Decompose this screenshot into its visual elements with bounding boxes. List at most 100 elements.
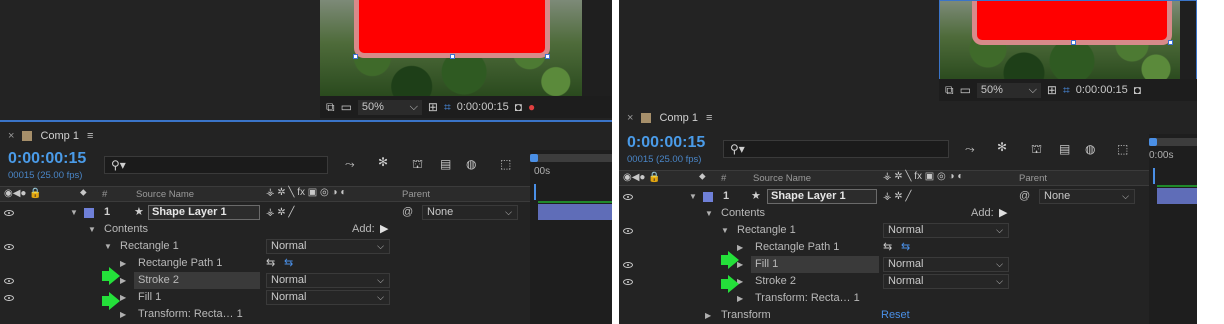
column-parent[interactable]: Parent bbox=[402, 189, 430, 200]
transform-row[interactable]: ▶ Transform: Recta… 1 bbox=[0, 306, 530, 323]
transform-handle[interactable] bbox=[545, 54, 550, 59]
red-rectangle-shape[interactable] bbox=[972, 1, 1172, 45]
column-source-name[interactable]: Source Name bbox=[136, 189, 194, 200]
layer-label-color[interactable] bbox=[703, 192, 713, 202]
contents-row[interactable]: ▼ Contents Add: ▶ bbox=[0, 221, 530, 238]
transform-handle[interactable] bbox=[450, 54, 455, 59]
stroke-row[interactable]: ▶ Stroke 2 Normal ⌵ bbox=[619, 273, 1149, 290]
comp-flowchart-icon[interactable]: ⤳ bbox=[345, 157, 355, 172]
shy-layers-icon[interactable]: ⛫ bbox=[1031, 142, 1042, 158]
menu-icon[interactable]: ≡ bbox=[87, 130, 93, 142]
expand-triangle-icon[interactable]: ▼ bbox=[705, 205, 713, 222]
expand-triangle-icon[interactable]: ▼ bbox=[70, 204, 78, 221]
add-icon[interactable]: ▶ bbox=[380, 221, 388, 238]
path-direction-reverse-icon[interactable]: ⇆ bbox=[284, 255, 293, 272]
shy-layers-icon[interactable]: ⛫ bbox=[412, 157, 423, 173]
region-icon[interactable]: ⊞ bbox=[428, 100, 438, 114]
path-direction-icon[interactable]: ⇆ bbox=[883, 239, 892, 256]
expand-triangle-icon[interactable]: ▼ bbox=[689, 188, 697, 205]
shy-icon[interactable]: ⚶ ✲ ╱ bbox=[266, 204, 294, 221]
composition-viewer[interactable] bbox=[320, 0, 612, 96]
monitor-icon[interactable]: ▭ bbox=[960, 83, 971, 97]
reset-link[interactable]: Reset bbox=[881, 307, 910, 324]
add-icon[interactable]: ▶ bbox=[999, 205, 1007, 222]
contents-row[interactable]: ▼ Contents Add: ▶ bbox=[619, 205, 1149, 222]
region-icon[interactable]: ⊞ bbox=[1047, 83, 1057, 97]
rectangle-group-row[interactable]: ▼ Rectangle 1 Normal ⌵ bbox=[0, 238, 530, 255]
motion-blur-icon[interactable]: ◍ bbox=[466, 157, 476, 171]
motion-blur-icon[interactable]: ◍ bbox=[1085, 142, 1095, 156]
rectangle-path-row[interactable]: ▶ Rectangle Path 1 ⇆ ⇆ bbox=[0, 255, 530, 272]
path-direction-reverse-icon[interactable]: ⇆ bbox=[901, 239, 910, 256]
composition-viewer[interactable] bbox=[939, 0, 1197, 80]
stroke-row[interactable]: ▶ Stroke 2 Normal ⌵ bbox=[0, 272, 530, 289]
visibility-eye-icon[interactable] bbox=[4, 278, 14, 284]
monitor-icon[interactable]: ▭ bbox=[341, 100, 352, 114]
visibility-eye-icon[interactable] bbox=[623, 228, 633, 234]
expand-triangle-icon[interactable]: ▼ bbox=[104, 238, 112, 255]
graph-editor-icon[interactable]: ⬚ bbox=[1117, 142, 1128, 156]
close-icon[interactable]: × bbox=[627, 112, 633, 124]
layer-duration-bar[interactable] bbox=[1157, 188, 1197, 204]
rectangle-group-row[interactable]: ▼ Rectangle 1 Normal ⌵ bbox=[619, 222, 1149, 239]
close-icon[interactable]: × bbox=[8, 130, 14, 142]
snapshot-icon[interactable]: ◘ bbox=[1134, 83, 1141, 97]
playhead[interactable] bbox=[530, 154, 538, 162]
always-preview-icon[interactable]: ⧉ bbox=[945, 83, 954, 98]
add-button[interactable]: Add: bbox=[352, 221, 375, 238]
playhead[interactable] bbox=[1149, 138, 1157, 146]
fill-row[interactable]: ▶ Fill 1 Normal ⌵ bbox=[619, 256, 1149, 273]
color-channels-icon[interactable]: ● bbox=[528, 100, 535, 114]
shape-transform-row[interactable]: ▶ Transform: Recta… 1 bbox=[619, 290, 1149, 307]
blend-mode-select[interactable]: Normal ⌵ bbox=[266, 239, 390, 254]
tab-comp-1[interactable]: Comp 1 bbox=[40, 130, 79, 142]
visibility-eye-icon[interactable] bbox=[4, 244, 14, 250]
viewer-timecode[interactable]: 0:00:00:15 bbox=[457, 101, 509, 113]
layer-row[interactable]: ▼ 1 ★ Shape Layer 1 ⚶ ✲ ╱ @ None ⌵ bbox=[0, 204, 530, 221]
transform-handle[interactable] bbox=[1168, 40, 1173, 45]
layer-transform-row[interactable]: ▶ Transform Reset bbox=[619, 307, 1149, 324]
layer-label-color[interactable] bbox=[84, 208, 94, 218]
tab-comp-1[interactable]: Comp 1 bbox=[659, 112, 698, 124]
current-time[interactable]: 0:00:00:15 bbox=[627, 134, 705, 152]
visibility-eye-icon[interactable] bbox=[623, 194, 633, 200]
blend-mode-select[interactable]: Normal ⌵ bbox=[266, 273, 390, 288]
timeline-area[interactable] bbox=[1149, 134, 1197, 324]
expand-triangle-icon[interactable]: ▶ bbox=[120, 306, 126, 323]
expand-triangle-icon[interactable]: ▶ bbox=[120, 255, 126, 272]
layer-duration-bar[interactable] bbox=[538, 204, 612, 220]
frame-blending-icon[interactable]: ▤ bbox=[1059, 142, 1070, 156]
always-preview-icon[interactable]: ⧉ bbox=[326, 100, 335, 115]
draft-3d-icon[interactable]: ✻ bbox=[378, 155, 388, 169]
graph-editor-icon[interactable]: ⬚ bbox=[500, 157, 511, 171]
transparency-grid-icon[interactable]: ⌗ bbox=[444, 100, 451, 115]
menu-icon[interactable]: ≡ bbox=[706, 112, 712, 124]
blend-mode-select[interactable]: Normal ⌵ bbox=[883, 223, 1009, 238]
column-parent[interactable]: Parent bbox=[1019, 173, 1047, 184]
visibility-eye-icon[interactable] bbox=[623, 262, 633, 268]
expand-triangle-icon[interactable]: ▶ bbox=[120, 272, 126, 289]
search-input[interactable]: ⚲▾ bbox=[723, 140, 949, 158]
expand-triangle-icon[interactable]: ▶ bbox=[705, 307, 711, 324]
layer-name[interactable]: Shape Layer 1 bbox=[767, 189, 877, 204]
rectangle-path-row[interactable]: ▶ Rectangle Path 1 ⇆ ⇆ bbox=[619, 239, 1149, 256]
transform-handle[interactable] bbox=[1071, 40, 1076, 45]
pickwhip-icon[interactable]: @ bbox=[402, 204, 413, 221]
path-direction-icon[interactable]: ⇆ bbox=[266, 255, 275, 272]
transform-handle[interactable] bbox=[353, 54, 358, 59]
parent-select[interactable]: None ⌵ bbox=[1039, 189, 1135, 204]
red-rectangle-shape[interactable] bbox=[354, 0, 550, 58]
transparency-grid-icon[interactable]: ⌗ bbox=[1063, 83, 1070, 98]
draft-3d-icon[interactable]: ✻ bbox=[997, 140, 1007, 154]
blend-mode-select[interactable]: Normal ⌵ bbox=[266, 290, 390, 305]
comp-flowchart-icon[interactable]: ⤳ bbox=[965, 142, 975, 157]
zoom-select[interactable]: 50% ⌵ bbox=[357, 99, 422, 115]
expand-triangle-icon[interactable]: ▼ bbox=[721, 222, 729, 239]
visibility-eye-icon[interactable] bbox=[4, 210, 14, 216]
viewer-timecode[interactable]: 0:00:00:15 bbox=[1076, 84, 1128, 96]
shy-icon[interactable]: ⚶ ✲ ╱ bbox=[883, 188, 911, 205]
column-source-name[interactable]: Source Name bbox=[753, 173, 811, 184]
visibility-eye-icon[interactable] bbox=[623, 279, 633, 285]
blend-mode-select[interactable]: Normal ⌵ bbox=[883, 257, 1009, 272]
zoom-select[interactable]: 50% ⌵ bbox=[976, 82, 1041, 98]
